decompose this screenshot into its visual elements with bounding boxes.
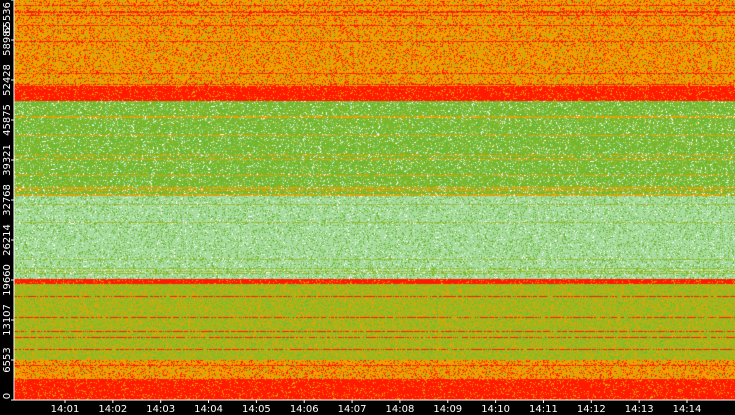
x-tick-label: 14:01 [51,404,80,415]
y-tick-label: 39321 [2,144,13,176]
x-tick-label: 14:02 [98,404,127,415]
x-tick-label: 14:09 [433,404,462,415]
x-tick-label: 14:07 [338,404,367,415]
x-tick-label: 14:05 [242,404,271,415]
y-tick-label: 52428 [2,64,13,96]
x-tick-label: 14:13 [625,404,654,415]
y-axis-ticks: 0 6553 13107 19660 26214 32768 39321 45875 52428… [2,0,14,401]
x-tick-label: 14:12 [577,404,606,415]
y-tick-label: 26214 [2,224,13,256]
x-tick-label: 14:10 [481,404,510,415]
x-tick-label: 14:04 [194,404,223,415]
y-tick-label: 6553 [2,347,13,372]
y-tick-label: 65536 [2,2,13,34]
y-tick-label: 32768 [2,184,13,216]
y-tick-label: 0 [2,393,13,399]
x-tick-label: 14:03 [146,404,175,415]
x-axis-ticks: 14:01 14:02 14:03 14:04 14:05 14:06 14:07 14:08… [51,400,702,415]
x-tick-label: 14:06 [290,404,319,415]
y-tick-label: 13107 [2,304,13,336]
y-tick-label: 45875 [2,104,13,136]
x-tick-label: 14:08 [386,404,415,415]
x-tick-label: 14:11 [529,404,558,415]
x-tick-label: 14:14 [673,404,702,415]
y-tick-label: 19660 [2,264,13,296]
chart-axes: 0 6553 13107 19660 26214 32768 39321 45875 52428… [2,0,735,415]
